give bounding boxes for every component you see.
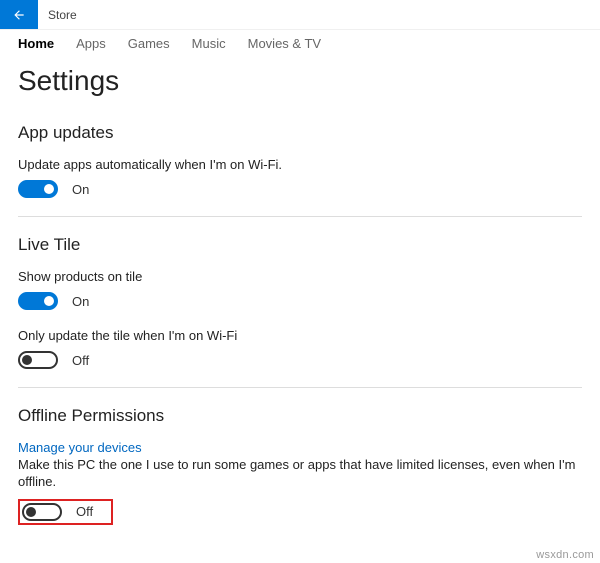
offline-toggle[interactable] [22,503,62,521]
tab-apps[interactable]: Apps [76,36,106,51]
offline-toggle-state: Off [76,504,93,519]
wifi-only-state: Off [72,353,89,368]
section-offline-title: Offline Permissions [18,406,582,426]
back-arrow-icon [12,8,26,22]
divider [18,387,582,388]
manage-devices-link[interactable]: Manage your devices [18,440,142,455]
tab-movies-tv[interactable]: Movies & TV [248,36,321,51]
auto-update-state: On [72,182,89,197]
auto-update-label: Update apps automatically when I'm on Wi… [18,157,582,172]
show-products-state: On [72,294,89,309]
divider [18,216,582,217]
show-products-label: Show products on tile [18,269,582,284]
tab-home[interactable]: Home [18,36,54,51]
tab-games[interactable]: Games [128,36,170,51]
show-products-row: On [18,292,582,310]
titlebar: Store [0,0,600,30]
offline-toggle-highlight: Off [18,499,113,525]
show-products-toggle[interactable] [18,292,58,310]
wifi-only-label: Only update the tile when I'm on Wi-Fi [18,328,582,343]
auto-update-toggle[interactable] [18,180,58,198]
section-app-updates-title: App updates [18,123,582,143]
app-title: Store [38,0,87,29]
wifi-only-row: Off [18,351,582,369]
section-live-tile-title: Live Tile [18,235,582,255]
wifi-only-toggle[interactable] [18,351,58,369]
page-title: Settings [18,65,582,97]
back-button[interactable] [0,0,38,29]
watermark: wsxdn.com [536,549,594,561]
tabs-nav: Home Apps Games Music Movies & TV [0,30,600,61]
tab-music[interactable]: Music [192,36,226,51]
auto-update-row: On [18,180,582,198]
content-area: Settings App updates Update apps automat… [0,65,600,545]
offline-description: Make this PC the one I use to run some g… [18,457,582,491]
